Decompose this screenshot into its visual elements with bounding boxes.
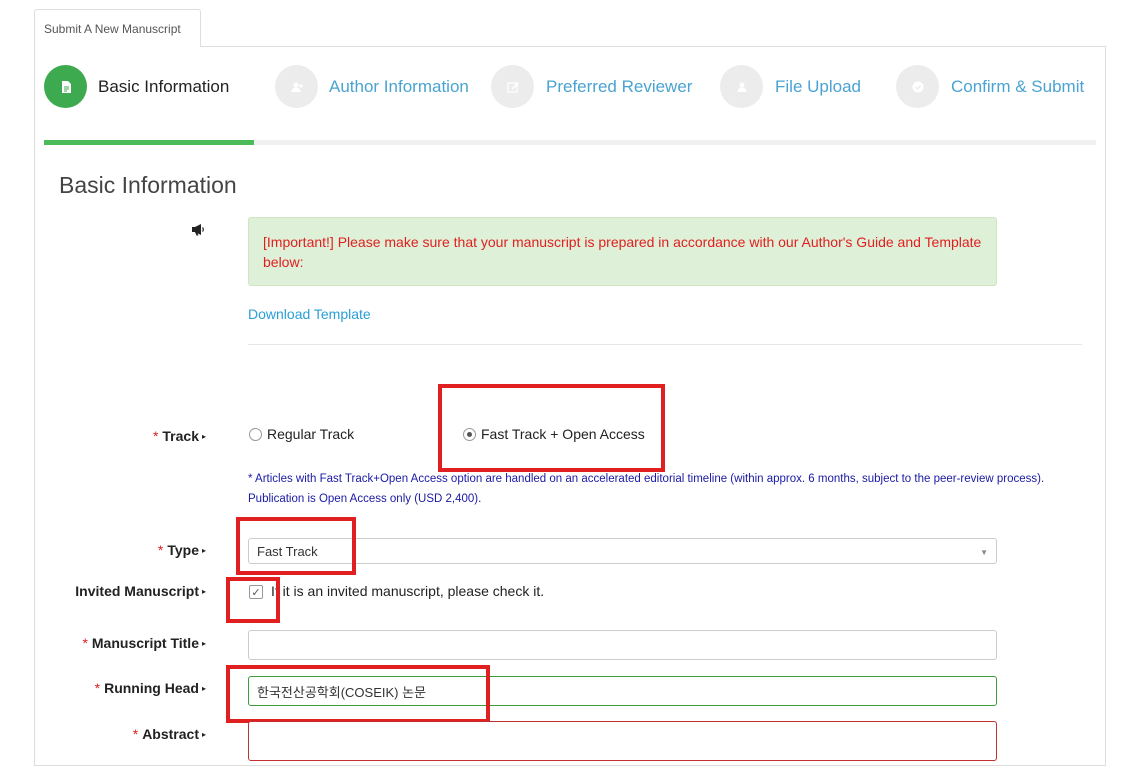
highlight-box-running-head [226, 665, 490, 723]
manuscript-title-label: * Manuscript Title ▸ [82, 635, 206, 651]
tab-submit-new-manuscript[interactable]: Submit A New Manuscript [34, 9, 201, 47]
track-note: * Articles with Fast Track+Open Access o… [248, 473, 1045, 505]
megaphone-icon [191, 223, 206, 241]
invited-manuscript-text: If it is an invited manuscript, please c… [271, 583, 545, 599]
progress-bar-fill [44, 140, 255, 145]
track-label: * Track ▸ [152, 428, 206, 444]
step-basic-information-icon[interactable] [44, 65, 87, 108]
step-preferred-reviewer-icon[interactable] [491, 65, 534, 108]
highlight-box-type [236, 517, 356, 575]
type-label: * Type ▸ [157, 542, 206, 558]
abstract-textarea[interactable] [248, 721, 997, 761]
edit-icon [506, 81, 519, 93]
upload-icon [737, 82, 746, 92]
step-author-information-icon[interactable] [275, 65, 318, 108]
step-preferred-reviewer[interactable]: Preferred Reviewer [546, 77, 692, 97]
invited-manuscript-label: Invited Manuscript ▸ [75, 583, 206, 599]
step-file-upload-icon[interactable] [720, 65, 763, 108]
radio-regular-track[interactable]: Regular Track [249, 426, 354, 442]
step-confirm-submit-icon[interactable] [896, 65, 939, 108]
divider [248, 344, 1082, 345]
regular-track-label: Regular Track [267, 426, 355, 442]
chevron-down-icon: ▼ [980, 548, 988, 557]
check-circle-icon [912, 81, 923, 92]
abstract-label: * Abstract ▸ [132, 726, 206, 742]
highlight-box-invited [226, 577, 280, 623]
step-confirm-submit[interactable]: Confirm & Submit [951, 77, 1084, 97]
section-title: Basic Information [59, 172, 237, 198]
step-file-upload[interactable]: File Upload [775, 77, 861, 97]
important-notice: [Important!] Please make sure that your … [248, 217, 997, 286]
type-select[interactable]: Fast Track ▼ [248, 538, 997, 564]
step-author-information[interactable]: Author Information [329, 77, 469, 97]
step-basic-information[interactable]: Basic Information [98, 77, 229, 97]
download-template-link[interactable]: Download Template [248, 306, 371, 322]
document-icon [61, 80, 71, 93]
running-head-label: * Running Head ▸ [94, 680, 206, 696]
add-user-icon [291, 82, 303, 92]
regular-track-radio[interactable] [249, 427, 262, 441]
highlight-box-track [438, 384, 665, 472]
manuscript-title-input[interactable] [248, 630, 997, 660]
progress-bar [44, 140, 1096, 145]
